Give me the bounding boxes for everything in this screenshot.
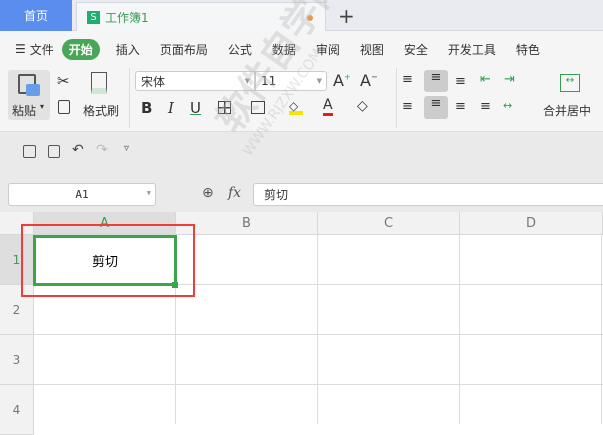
formula-value: 剪切 xyxy=(264,188,289,202)
menu-security[interactable]: 安全 xyxy=(404,41,428,58)
increase-indent-icon[interactable]: ⇥ xyxy=(504,72,515,87)
name-box-value: A1 xyxy=(75,188,89,201)
align-right-icon[interactable]: ≡ xyxy=(455,99,466,114)
insert-function-button[interactable]: fx xyxy=(228,185,241,201)
align-top-icon[interactable]: ≡ xyxy=(402,72,413,87)
increase-font-icon[interactable]: A+ xyxy=(333,71,351,90)
zoom-formula-icon[interactable]: ⊕ xyxy=(202,185,214,201)
font-color-icon[interactable]: A xyxy=(323,98,333,116)
merge-center-icon[interactable]: ↔ xyxy=(560,74,580,92)
align-middle-icon[interactable]: ≡ xyxy=(424,70,448,92)
menu-developer[interactable]: 开发工具 xyxy=(448,41,496,58)
column-header-d[interactable]: D xyxy=(460,212,603,235)
tab-home-label: 首页 xyxy=(23,9,48,23)
font-name-value: 宋体 xyxy=(141,74,166,89)
copy-icon[interactable] xyxy=(58,100,70,114)
new-tab-button[interactable]: + xyxy=(338,4,355,28)
tab-workbook-label: 工作簿1 xyxy=(105,11,149,25)
paste-label: 粘贴 xyxy=(12,104,37,118)
row-header-4[interactable]: 4 xyxy=(0,385,34,435)
paste-button[interactable]: 粘贴 ▾ xyxy=(8,70,50,120)
divider xyxy=(396,68,397,128)
decrease-indent-icon[interactable]: ⇤ xyxy=(480,72,491,87)
menu-insert[interactable]: 插入 xyxy=(116,41,140,58)
row-header-3[interactable]: 3 xyxy=(0,335,34,385)
align-bottom-icon[interactable]: ≡ xyxy=(455,74,466,89)
menu-features[interactable]: 特色 xyxy=(516,41,540,58)
bold-button[interactable]: B xyxy=(141,99,152,117)
formula-input[interactable]: 剪切 xyxy=(253,183,603,206)
undo-icon[interactable]: ↶ xyxy=(72,142,84,158)
underline-button[interactable]: U xyxy=(190,99,201,117)
format-painter-label[interactable]: 格式刷 xyxy=(83,102,119,119)
column-header-c[interactable]: C xyxy=(318,212,460,235)
customize-dropdown-icon[interactable]: ▿ xyxy=(124,143,129,154)
clear-format-icon[interactable]: ◇ xyxy=(357,98,368,114)
quick-access-bar: ↶ ↷ ▿ xyxy=(0,131,603,174)
spreadsheet-icon: S xyxy=(87,11,100,24)
italic-button[interactable]: I xyxy=(168,99,174,117)
menu-file[interactable]: 文件 xyxy=(30,41,54,58)
menu-home[interactable]: 开始 xyxy=(61,38,100,60)
menu-view[interactable]: 视图 xyxy=(360,41,384,58)
decrease-font-icon[interactable]: A− xyxy=(360,71,378,90)
save-icon[interactable] xyxy=(23,145,36,158)
merge-center-button[interactable]: 合并居中 xyxy=(543,102,591,119)
highlight-annotation-box xyxy=(21,224,195,297)
menu-page-layout[interactable]: 页面布局 xyxy=(160,41,208,58)
justify-icon[interactable]: ≡ xyxy=(480,99,491,114)
paste-doc-icon xyxy=(26,84,40,96)
column-header-b[interactable]: B xyxy=(176,212,318,235)
redo-icon[interactable]: ↷ xyxy=(96,142,108,158)
cut-icon[interactable]: ✂ xyxy=(57,72,70,90)
print-preview-icon[interactable] xyxy=(48,145,60,158)
name-box[interactable]: A1 ▼ xyxy=(8,183,156,206)
hamburger-icon[interactable]: ☰ xyxy=(15,42,26,56)
align-center-icon[interactable]: ≡ xyxy=(424,96,448,119)
divider xyxy=(129,68,130,128)
tab-home[interactable]: 首页 xyxy=(0,0,72,31)
align-left-icon[interactable]: ≡ xyxy=(402,99,413,114)
format-painter-icon[interactable] xyxy=(91,72,107,94)
distribute-icon[interactable]: ↔ xyxy=(503,99,512,112)
